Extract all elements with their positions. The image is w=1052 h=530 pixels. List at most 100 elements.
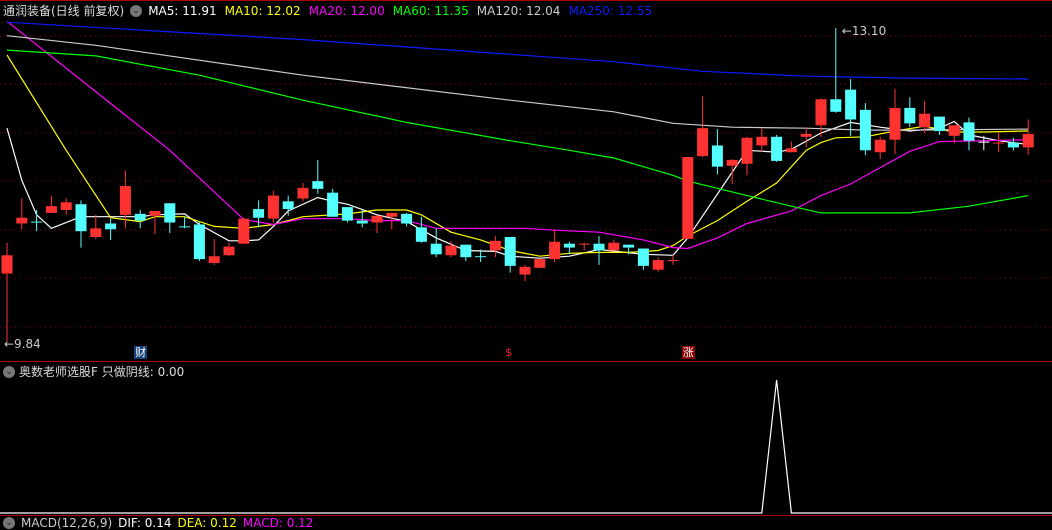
candle	[327, 188, 339, 217]
ma-legend-ma10: MA10: 12.02	[224, 3, 301, 18]
indicator-line	[0, 379, 1052, 514]
candle-body	[830, 99, 842, 112]
candle-body	[711, 145, 723, 167]
candle-body	[978, 141, 990, 143]
candle	[504, 236, 516, 273]
indicator-label: 奥数老师选股F 只做阴线: 0.00	[19, 365, 185, 379]
ma-legend-ma5: MA5: 11.91	[148, 3, 217, 18]
macd-dea: DEA: 0.12	[177, 516, 237, 530]
candle-body	[859, 109, 871, 151]
candle-body	[238, 218, 250, 244]
candle-body	[785, 148, 797, 153]
candle-body	[741, 137, 753, 164]
candle	[45, 195, 57, 213]
indicator-legend: ⌄ 奥数老师选股F 只做阴线: 0.00	[3, 363, 184, 380]
candle-body	[637, 248, 649, 266]
candle-body	[149, 210, 161, 216]
candle-body	[179, 226, 191, 228]
candle	[608, 239, 620, 251]
candle	[563, 241, 575, 255]
candle-body	[401, 213, 413, 224]
candle-body	[845, 89, 857, 120]
candle	[519, 264, 531, 282]
candle	[193, 221, 205, 262]
candle-body	[1007, 142, 1019, 148]
candle-body	[889, 107, 901, 140]
candle-body	[726, 159, 738, 166]
candle-body	[800, 133, 812, 137]
candle	[741, 136, 753, 176]
candle	[578, 242, 590, 251]
event-marker[interactable]: 财	[134, 346, 148, 359]
candle	[253, 200, 265, 228]
candle-body	[223, 246, 235, 256]
stock-title: 通润装备(日线 前复权)	[3, 4, 125, 18]
candle	[682, 157, 694, 239]
low-price-label: ←9.84	[4, 337, 41, 351]
candle-body	[119, 185, 131, 215]
candle	[208, 238, 220, 265]
candle-body	[253, 209, 265, 218]
candle-body	[815, 99, 827, 126]
candle-body	[1022, 133, 1034, 148]
candle-body	[475, 256, 487, 258]
candle	[90, 214, 102, 239]
candle	[904, 97, 916, 128]
candle	[830, 28, 842, 113]
candle-body	[874, 139, 886, 153]
candle-body	[993, 142, 1005, 144]
candle-body	[1, 255, 13, 274]
candle-body	[60, 202, 72, 211]
candle	[667, 255, 679, 265]
candle	[105, 218, 117, 240]
candle	[1022, 119, 1034, 156]
candle-body	[756, 136, 768, 146]
candle	[164, 203, 176, 234]
candle	[549, 229, 561, 263]
high-price-label: ←13.10	[842, 24, 886, 38]
candle	[859, 103, 871, 156]
candle-body	[75, 204, 87, 232]
candle	[430, 228, 442, 258]
candle-body	[771, 136, 783, 161]
candle-body	[919, 113, 931, 128]
event-marker[interactable]: 涨	[681, 346, 695, 359]
candle-body	[549, 241, 561, 260]
chevron-down-icon[interactable]: ⌄	[130, 4, 143, 17]
candle	[31, 210, 43, 232]
macd-dif: DIF: 0.14	[118, 516, 172, 530]
candle	[933, 116, 945, 135]
candle-body	[45, 206, 57, 213]
candle-body	[105, 223, 117, 230]
candle-body	[652, 260, 664, 270]
event-marker[interactable]: $	[504, 346, 513, 359]
ma-legend-ma250: MA250: 12.55	[568, 3, 653, 18]
candle	[489, 236, 501, 258]
candle	[16, 198, 28, 230]
candle-body	[164, 203, 176, 223]
candle-body	[578, 243, 590, 245]
candle	[460, 244, 472, 262]
chevron-down-icon[interactable]: ⌄	[3, 517, 15, 529]
candle-body	[297, 187, 309, 199]
candle-body	[341, 207, 353, 221]
candle-body	[904, 107, 916, 124]
candle-body	[534, 259, 546, 268]
ma-line-ma60	[6, 49, 1029, 214]
candle-body	[460, 244, 472, 258]
candle-body	[963, 122, 975, 141]
candle-body	[608, 242, 620, 251]
candle-body	[282, 201, 294, 210]
candle	[771, 134, 783, 162]
candle	[652, 257, 664, 272]
kline-chart[interactable]: ←13.10 ←9.84	[0, 0, 1052, 523]
ma-legend-ma120: MA120: 12.04	[476, 3, 561, 18]
candle-body	[682, 157, 694, 239]
candle-body	[415, 227, 427, 242]
candle-body	[697, 128, 709, 157]
candle-body	[489, 240, 501, 251]
chevron-down-icon[interactable]: ⌄	[3, 365, 15, 378]
candle	[756, 128, 768, 153]
candle	[341, 207, 353, 223]
ma-line-ma10	[6, 54, 1029, 257]
